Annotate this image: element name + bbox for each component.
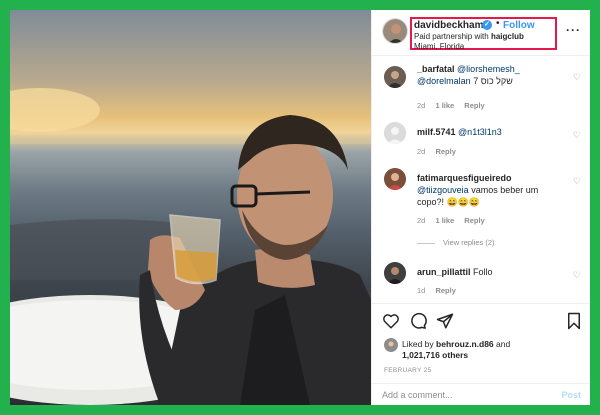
commenter-username[interactable]: arun_pillattil (417, 267, 471, 277)
commenter-avatar[interactable] (384, 66, 406, 88)
reply-button[interactable]: Reply (464, 101, 484, 110)
comment-heart-icon[interactable]: ♡ (573, 176, 581, 187)
comment-meta: 2d Reply (417, 147, 464, 156)
liked-by-and: and (496, 339, 511, 349)
comment-text: arun_pillattil Follo (417, 266, 567, 278)
comment-text: fatimarquesfigueiredo @tiizgouveia vamos… (417, 172, 567, 208)
comment-item: _barfatal @liorshemesh_ @dorelmalan שקל … (372, 60, 590, 110)
heart-icon[interactable] (382, 312, 400, 330)
commenter-avatar[interactable] (384, 122, 406, 144)
comment-icon[interactable] (409, 312, 427, 330)
commenter-username[interactable]: fatimarquesfigueiredo (417, 173, 512, 183)
comment-meta: 2d 1 like Reply (417, 101, 493, 110)
view-replies-button[interactable]: View replies (2) (417, 238, 495, 247)
comment-age[interactable]: 2d (417, 101, 425, 110)
comment-text: milf.5741 @n1t3l1n3 (417, 126, 567, 138)
verified-badge-icon: ✓ (482, 20, 492, 30)
bookmark-icon[interactable] (565, 312, 583, 330)
comment-body: שקל כוס 7 (473, 76, 513, 86)
post-sidebar: davidbeckham ✓ • Follow Paid partnership… (371, 10, 590, 405)
author-avatar[interactable] (382, 18, 408, 44)
location-link[interactable]: Miami, Florida (414, 42, 464, 51)
comment-text: _barfatal @liorshemesh_ @dorelmalan שקל … (417, 63, 567, 87)
comment-body: Follo (473, 267, 493, 277)
comment-mention[interactable]: @dorelmalan (417, 76, 471, 86)
liked-by-prefix: Liked by (402, 339, 434, 349)
reply-button[interactable]: Reply (435, 147, 455, 156)
comment-mention[interactable]: @tiizgouveia (417, 185, 469, 195)
comment-meta: 2d 1 like Reply (417, 216, 493, 225)
commenter-avatar[interactable] (384, 168, 406, 190)
paid-partnership-prefix: Paid partnership with (414, 32, 489, 41)
comment-age[interactable]: 2d (417, 216, 425, 225)
post-actions: Liked by behrouz.n.d86 and 1,021,716 oth… (372, 303, 590, 383)
comment-heart-icon[interactable]: ♡ (573, 130, 581, 141)
comment-heart-icon[interactable]: ♡ (573, 270, 581, 281)
comments-list[interactable]: _barfatal @liorshemesh_ @dorelmalan שקל … (372, 56, 590, 303)
follow-button[interactable]: Follow (503, 20, 535, 31)
commenter-avatar[interactable] (384, 262, 406, 284)
add-comment-bar: Post (372, 383, 590, 405)
author-username[interactable]: davidbeckham (414, 20, 483, 31)
likes-summary: Liked by behrouz.n.d86 and 1,021,716 oth… (402, 339, 572, 361)
liker-avatar[interactable] (384, 338, 398, 352)
post-date[interactable]: FEBRUARY 25 (384, 367, 432, 374)
reply-button[interactable]: Reply (464, 216, 484, 225)
comment-mention[interactable]: @liorshemesh_ (457, 64, 520, 74)
comment-mention[interactable]: @n1t3l1n3 (458, 127, 502, 137)
comment-age[interactable]: 2d (417, 147, 425, 156)
separator-dot: • (496, 18, 500, 29)
reply-button[interactable]: Reply (435, 286, 455, 295)
comment-item: arun_pillattil Follo 1d Reply ♡ (372, 262, 590, 302)
comment-age[interactable]: 1d (417, 286, 425, 295)
comment-likes[interactable]: 1 like (435, 216, 454, 225)
comment-heart-icon[interactable]: ♡ (573, 72, 581, 83)
likes-count[interactable]: 1,021,716 others (402, 350, 468, 360)
more-options-icon[interactable]: ··· (566, 23, 581, 37)
post-header: davidbeckham ✓ • Follow Paid partnership… (372, 10, 590, 56)
comment-item: milf.5741 @n1t3l1n3 2d Reply ♡ (372, 122, 590, 162)
partner-link[interactable]: haigclub (491, 32, 524, 41)
comment-meta: 1d Reply (417, 286, 464, 295)
photo-illustration (10, 88, 371, 405)
add-comment-input[interactable] (382, 388, 552, 402)
liked-by-user[interactable]: behrouz.n.d86 (436, 339, 494, 349)
commenter-username[interactable]: milf.5741 (417, 127, 456, 137)
instagram-post: davidbeckham ✓ • Follow Paid partnership… (10, 10, 590, 405)
comment-item: fatimarquesfigueiredo @tiizgouveia vamos… (372, 168, 590, 258)
comment-likes[interactable]: 1 like (435, 101, 454, 110)
share-icon[interactable] (436, 312, 454, 330)
paid-partnership: Paid partnership with haigclub (414, 32, 524, 41)
commenter-username[interactable]: _barfatal (417, 64, 455, 74)
post-comment-button[interactable]: Post (561, 390, 581, 400)
post-photo[interactable] (10, 10, 371, 405)
